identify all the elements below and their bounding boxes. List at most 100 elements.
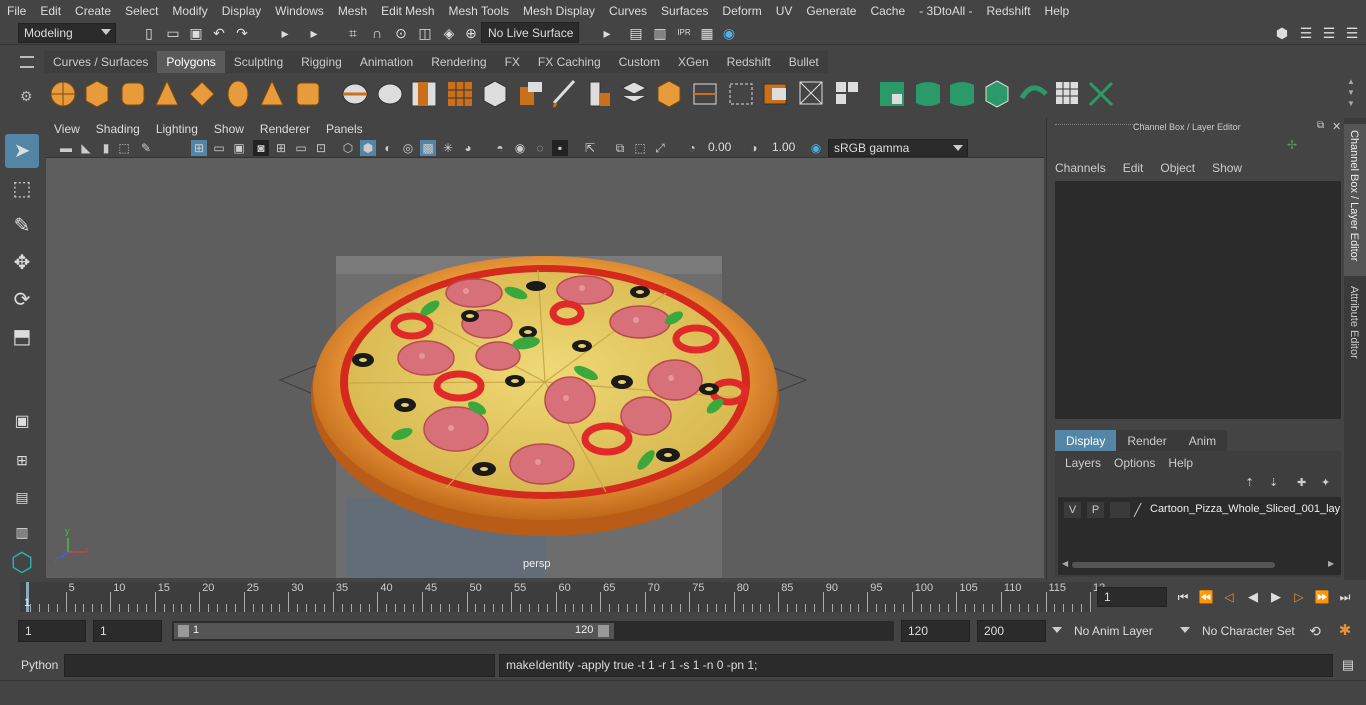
field-chart-icon[interactable]: ⊞ — [273, 140, 289, 156]
xray-icon[interactable]: ▩ — [420, 140, 436, 156]
default-lighting-icon[interactable]: ◐ — [380, 140, 396, 156]
timeline-track[interactable]: 1 5 10 15 20 25 30 35 40 45 50 55 60 65 70 75 80 85 90 95 1… — [20, 582, 1105, 612]
screen-space-ao-icon[interactable]: ◕ — [460, 140, 476, 156]
time-slider[interactable]: 1 5 10 15 20 25 30 35 40 45 50 55 60 65 70 75 80 85 90 95 1… — [0, 580, 1366, 614]
viewport-menu-lighting[interactable]: Lighting — [148, 122, 206, 136]
shelf-tab-polygons[interactable]: Polygons — [157, 51, 225, 73]
rotate-tool-icon[interactable]: ⟳ — [5, 283, 39, 317]
anim-layer-dropdown[interactable]: No Anim Layer — [1049, 620, 1173, 642]
close-icon[interactable]: ✕ — [1332, 120, 1341, 133]
animation-end-field[interactable]: 200 — [977, 620, 1046, 642]
shelf-tab-curves-surfaces[interactable]: Curves / Surfaces — [44, 51, 158, 73]
new-layer-selected-icon[interactable]: ✦ — [1321, 476, 1330, 489]
menu-create[interactable]: Create — [68, 4, 118, 18]
shelf-menu-icon[interactable] — [20, 56, 34, 68]
resolution-gate-icon[interactable]: ▣ — [231, 140, 247, 156]
graph-layout-icon[interactable]: ▥ — [5, 515, 39, 549]
select-hierarchy-icon[interactable]: ▸ — [276, 24, 294, 42]
range-handle[interactable]: 1 120 — [174, 623, 614, 639]
safe-action-icon[interactable]: ▭ — [293, 140, 309, 156]
move-tool-icon[interactable]: ✥ — [5, 246, 39, 280]
options-menu[interactable]: Options — [1114, 456, 1155, 470]
layer-playback-toggle[interactable]: P — [1087, 502, 1104, 518]
channels-menu[interactable]: Channels — [1055, 161, 1106, 175]
viewport-menu-view[interactable]: View — [46, 122, 88, 136]
viewport-menu-renderer[interactable]: Renderer — [252, 122, 318, 136]
textured-icon[interactable]: ◎ — [400, 140, 416, 156]
camera-attributes-icon[interactable]: ◣ — [78, 140, 94, 156]
layer-color-icon[interactable]: ╱ — [1134, 503, 1141, 517]
grid-toggle-icon[interactable]: ⊞ — [191, 140, 207, 156]
film-gate-icon[interactable]: ▭ — [211, 140, 227, 156]
shelf-tab-redshift[interactable]: Redshift — [717, 51, 780, 73]
frame-all-icon[interactable]: ⬚ — [632, 140, 648, 156]
snap-grid-icon[interactable]: ⌗ — [344, 24, 362, 42]
layer-name[interactable]: Cartoon_Pizza_Whole_Sliced_001_lay — [1150, 503, 1342, 515]
new-scene-icon[interactable]: ▯ — [140, 24, 158, 42]
lasso-tool-icon[interactable]: ⬚ — [5, 172, 39, 206]
shelf-tab-rigging[interactable]: Rigging — [292, 51, 351, 73]
menu-file[interactable]: File — [0, 4, 33, 18]
shelf-tab-fx-caching[interactable]: FX Caching — [528, 51, 610, 73]
xray-joints-icon[interactable]: ⇱ — [582, 140, 598, 156]
scroll-right-icon[interactable]: ▶ — [1328, 559, 1334, 568]
select-tool-icon[interactable]: ➤ — [5, 134, 39, 168]
snap-view-icon[interactable]: ◫ — [416, 24, 434, 42]
menu-curves[interactable]: Curves — [602, 4, 654, 18]
safe-title-icon[interactable]: ⊡ — [313, 140, 329, 156]
move-layer-up-icon[interactable]: ⇡ — [1245, 476, 1254, 489]
motion-blur-icon[interactable]: ◓ — [492, 140, 508, 156]
layer-visibility-toggle[interactable]: V — [1064, 502, 1081, 518]
menu-mesh[interactable]: Mesh — [331, 4, 374, 18]
four-view-layout-icon[interactable]: ⊞ — [5, 443, 39, 477]
object-menu[interactable]: Object — [1160, 161, 1195, 175]
workspace-icon[interactable]: ⬢ — [1273, 24, 1291, 42]
shelf-tab-rendering[interactable]: Rendering — [422, 51, 496, 73]
shelf-tab-animation[interactable]: Animation — [350, 51, 423, 73]
playback-end-field[interactable]: 120 — [901, 620, 970, 642]
tab-render[interactable]: Render — [1116, 430, 1178, 452]
open-scene-icon[interactable]: ▭ — [164, 24, 182, 42]
gate-mask-icon[interactable]: ◙ — [253, 140, 269, 156]
toggle-attribute-editor-icon[interactable]: ☰ — [1320, 24, 1338, 42]
scroll-left-icon[interactable]: ◀ — [1062, 559, 1068, 568]
layer-scrollbar[interactable]: ◀ ▶ — [1062, 559, 1337, 571]
script-editor-icon[interactable]: ▤ — [1339, 656, 1357, 674]
menu-uv[interactable]: UV — [769, 4, 800, 18]
exposure-field[interactable]: 0.00 — [702, 139, 742, 157]
menu-cache[interactable]: Cache — [863, 4, 912, 18]
smooth-shade-icon[interactable]: ⬢ — [360, 140, 376, 156]
xray-active-icon[interactable]: ⧉ — [612, 140, 628, 156]
shelf-scroll-arrows[interactable]: ▲ ▼ ▼ — [1347, 76, 1355, 109]
shelf-tab-sculpting[interactable]: Sculpting — [224, 51, 293, 73]
toggle-tool-settings-icon[interactable]: ☰ — [1343, 24, 1361, 42]
color-management-icon[interactable]: ◉ — [808, 140, 824, 156]
frame-selection-icon[interactable]: ⤢ — [652, 140, 668, 156]
color-space-dropdown[interactable]: sRGB gamma — [828, 139, 968, 157]
exposure-icon[interactable]: ◔ — [684, 140, 700, 156]
viewport-persp[interactable]: x y z persp — [46, 158, 1044, 578]
range-handle-end-icon[interactable] — [598, 625, 609, 637]
mode-dropdown[interactable]: Modeling — [18, 23, 116, 43]
menu-select[interactable]: Select — [118, 4, 165, 18]
select-object-icon[interactable]: ▸ — [305, 24, 323, 42]
layers-menu[interactable]: Layers — [1065, 456, 1101, 470]
menu-mesh-display[interactable]: Mesh Display — [516, 4, 602, 18]
show-menu[interactable]: Show — [1212, 161, 1242, 175]
tab-anim[interactable]: Anim — [1177, 430, 1228, 452]
command-language-label[interactable]: Python — [21, 658, 58, 672]
wireframe-icon[interactable]: ⬡ — [340, 140, 356, 156]
viewport-menu-shading[interactable]: Shading — [88, 122, 148, 136]
history-icon[interactable]: ▸ — [598, 24, 616, 42]
float-icon[interactable]: ⧉ — [1317, 120, 1324, 131]
scale-tool-icon[interactable]: ⬒ — [5, 320, 39, 354]
menu-help[interactable]: Help — [1038, 4, 1077, 18]
redo-icon[interactable]: ↷ — [233, 24, 251, 42]
shelf-settings-icon[interactable]: ⚙ — [20, 88, 33, 105]
side-tab-channel-box[interactable]: Channel Box / Layer Editor — [1344, 124, 1366, 276]
move-layer-down-icon[interactable]: ⇣ — [1269, 476, 1278, 489]
range-handle-start-icon[interactable] — [178, 625, 189, 637]
shelf-tab-fx[interactable]: FX — [495, 51, 529, 73]
step-forward-icon[interactable]: ⏩ — [1313, 588, 1331, 606]
shelf-tab-xgen[interactable]: XGen — [668, 51, 718, 73]
